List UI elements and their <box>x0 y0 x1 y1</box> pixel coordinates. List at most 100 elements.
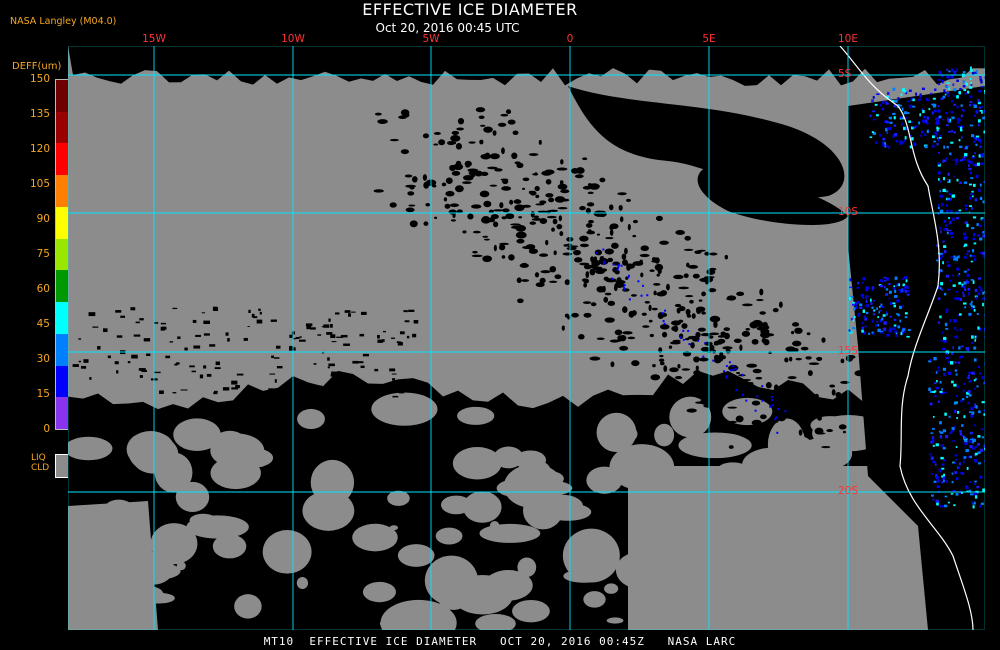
clear-cell <box>746 382 751 387</box>
ice-cloud-pixel <box>850 317 853 321</box>
ice-cloud-pixel <box>940 456 944 460</box>
ice-cloud-pixel <box>872 110 875 113</box>
ice-cloud-pixel <box>948 415 951 418</box>
ice-cloud-pixel <box>885 293 889 296</box>
ice-cloud-pixel <box>640 294 643 297</box>
ice-cloud-pixel <box>932 415 935 418</box>
ice-cloud-pixel <box>955 160 959 163</box>
ice-cloud-pixel <box>945 274 949 278</box>
clear-cell <box>593 210 605 217</box>
clear-cell <box>579 235 589 242</box>
ice-cloud-pixel <box>957 466 960 470</box>
ice-cloud-pixel <box>979 372 981 375</box>
clear-cell <box>726 295 737 301</box>
clear-cell <box>588 219 594 224</box>
clear-cell <box>760 414 767 420</box>
clear-cell <box>806 332 811 336</box>
clear-cell <box>605 236 614 240</box>
clear-cell <box>685 308 691 316</box>
ice-cloud-pixel <box>976 234 980 237</box>
ice-cloud-pixel <box>978 462 981 465</box>
ice-cloud-pixel <box>898 305 902 309</box>
clear-cell <box>640 272 644 278</box>
ice-cloud-pixel <box>979 251 983 254</box>
clear-cell <box>493 244 497 252</box>
clear-cell <box>581 278 589 282</box>
ice-cloud-pixel <box>852 319 855 322</box>
clear-cell <box>328 363 335 367</box>
ice-cloud-pixel <box>977 443 981 446</box>
clear-cell <box>618 204 623 211</box>
ice-cloud-pixel <box>696 339 699 342</box>
clear-cell <box>548 197 555 203</box>
ice-cloud-pixel <box>972 216 977 219</box>
ice-cloud-pixel <box>969 101 973 103</box>
liquid-cloud-patch <box>678 432 752 459</box>
ice-cloud-pixel <box>945 124 949 127</box>
ice-cloud-pixel <box>892 327 896 330</box>
ice-cloud-pixel <box>725 375 728 378</box>
ice-cloud-pixel <box>963 181 968 184</box>
clear-cell <box>107 355 111 359</box>
ice-cloud-pixel <box>876 307 879 310</box>
ice-cloud-pixel <box>907 329 911 331</box>
ice-cloud-pixel <box>871 131 875 134</box>
clear-cell <box>751 338 759 345</box>
ice-cloud-pixel <box>963 415 966 419</box>
clear-cell <box>617 192 627 196</box>
ice-cloud-pixel <box>894 330 898 333</box>
ice-cloud-pixel <box>880 331 884 334</box>
ice-cloud-pixel <box>965 347 970 351</box>
ice-cloud-pixel <box>933 357 937 361</box>
ice-cloud-pixel <box>661 312 664 315</box>
ice-cloud-pixel <box>943 458 946 462</box>
ice-cloud-pixel <box>642 284 645 287</box>
ice-cloud-pixel <box>934 395 937 398</box>
legend-tick-label: 150 <box>29 73 50 85</box>
clear-cell <box>640 245 649 252</box>
longitude-label: 10W <box>281 33 305 45</box>
clear-cell <box>688 264 699 269</box>
ice-cloud-pixel <box>873 299 875 302</box>
clear-cell <box>422 133 430 139</box>
clear-cell <box>535 203 545 206</box>
longitude-label: 15W <box>142 33 166 45</box>
ice-cloud-pixel <box>966 252 969 256</box>
ice-cloud-pixel <box>979 288 983 292</box>
ice-cloud-pixel <box>950 493 954 495</box>
clear-cell <box>791 322 800 327</box>
ice-cloud-pixel <box>712 359 715 362</box>
clear-cell <box>540 270 551 274</box>
ice-cloud-pixel <box>970 177 974 179</box>
clear-cell <box>715 402 719 408</box>
ice-cloud-pixel <box>963 232 967 236</box>
ice-cloud-pixel <box>939 287 942 290</box>
ice-cloud-pixel <box>958 139 961 142</box>
ice-cloud-pixel <box>911 137 914 141</box>
clear-cell <box>535 194 540 199</box>
clear-cell <box>389 368 396 372</box>
ice-cloud-pixel <box>882 327 887 332</box>
ice-cloud-pixel <box>941 388 943 391</box>
clear-cell <box>582 185 592 190</box>
ice-cloud-pixel <box>982 291 985 295</box>
ice-cloud-pixel <box>964 306 967 309</box>
ice-cloud-pixel <box>962 460 965 464</box>
ice-cloud-pixel <box>886 91 890 96</box>
ice-cloud-pixel <box>954 369 958 372</box>
ice-cloud-pixel <box>769 405 772 408</box>
ice-cloud-pixel <box>936 118 940 122</box>
liquid-cloud-patch <box>255 460 266 468</box>
clear-cell <box>450 135 461 142</box>
ice-cloud-pixel <box>704 341 707 344</box>
clear-cell <box>724 254 729 260</box>
clear-cell <box>621 253 627 260</box>
ice-cloud-pixel <box>865 304 870 308</box>
clear-cell <box>659 361 665 366</box>
ice-cloud-pixel <box>946 179 949 182</box>
ice-cloud-pixel <box>949 361 954 365</box>
ice-cloud-pixel <box>951 116 955 120</box>
clear-cell <box>203 333 210 336</box>
clear-cell <box>518 216 523 219</box>
ice-cloud-pixel <box>939 134 942 137</box>
